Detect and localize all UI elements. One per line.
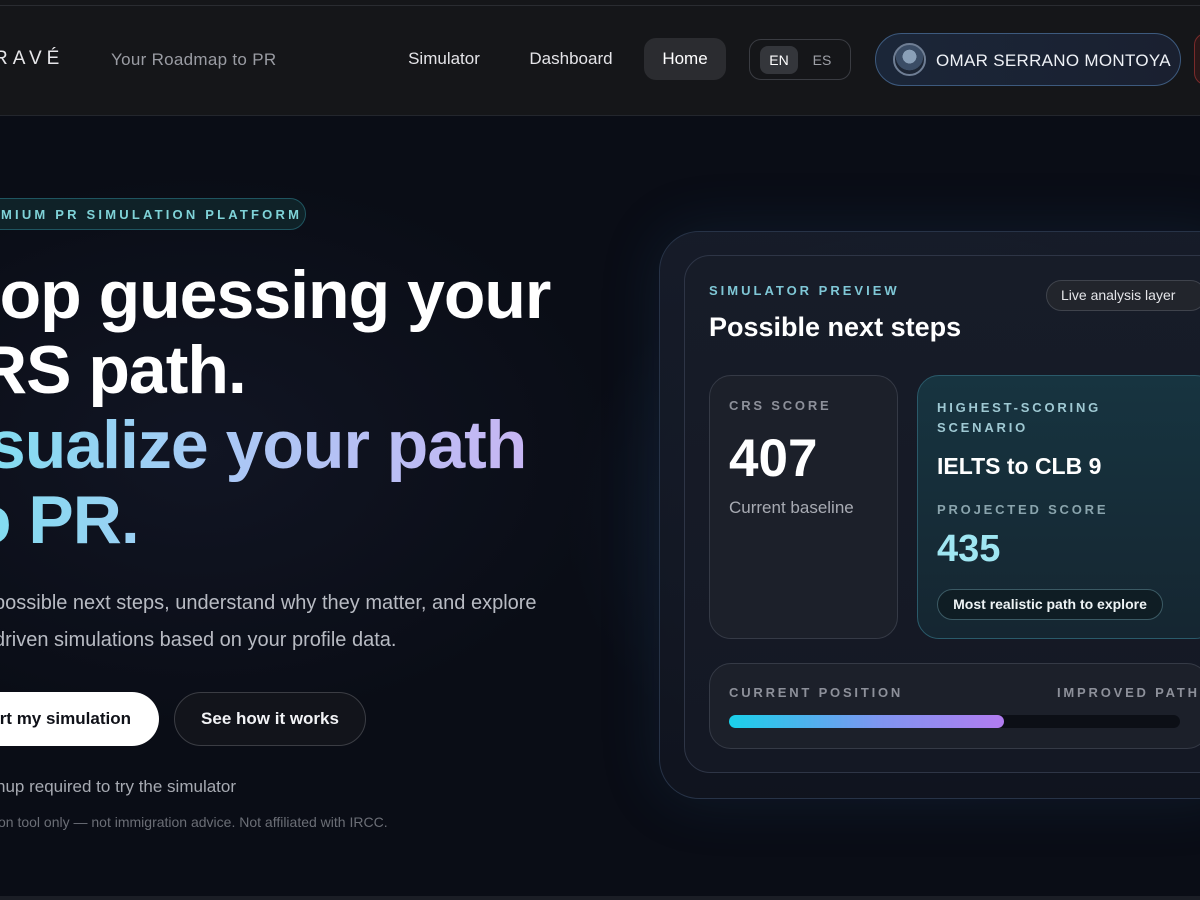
hero-subtext: possible next steps, understand why they… bbox=[0, 585, 537, 659]
projected-score-label: PROJECTED SCORE bbox=[937, 502, 1109, 517]
position-progress-track bbox=[729, 715, 1180, 728]
nav-dashboard[interactable]: Dashboard bbox=[516, 38, 626, 80]
headline-line-2: RS path. bbox=[0, 332, 247, 408]
hero-gradient-headline: isualize your path o PR. bbox=[0, 408, 526, 558]
user-name: OMAR SERRANO MONTOYA bbox=[936, 51, 1171, 70]
disclaimer-note: on tool only — not immigration advice. N… bbox=[0, 814, 388, 830]
gradient-line-2: o PR. bbox=[28, 482, 139, 558]
start-simulation-button[interactable]: art my simulation bbox=[0, 692, 159, 746]
gradient-line-1: isualize your path bbox=[0, 407, 527, 483]
header-edge-button[interactable] bbox=[1194, 33, 1200, 85]
language-toggle: EN ES bbox=[749, 39, 851, 80]
headline-line-1: top guessing your bbox=[0, 257, 551, 333]
scenario-label: HIGHEST-SCORING SCENARIO bbox=[937, 400, 1102, 435]
language-en-option[interactable]: EN bbox=[760, 46, 798, 74]
brand-tagline: Your Roadmap to PR bbox=[111, 50, 277, 69]
nav-simulator[interactable]: Simulator bbox=[395, 38, 493, 80]
crs-score-label: CRS SCORE bbox=[729, 398, 832, 413]
projected-score-value: 435 bbox=[937, 528, 1001, 570]
current-position-label: CURRENT POSITION bbox=[729, 685, 904, 700]
preview-eyebrow: SIMULATOR PREVIEW bbox=[709, 283, 900, 298]
see-how-it-works-button[interactable]: See how it works bbox=[174, 692, 366, 746]
avatar bbox=[893, 43, 926, 76]
top-navbar: RAVÉ Your Roadmap to PR Simulator Dashbo… bbox=[0, 0, 1200, 116]
user-menu-button[interactable]: OMAR SERRANO MONTOYA bbox=[875, 33, 1181, 86]
hero-headline: top guessing your RS path. bbox=[0, 257, 551, 408]
scenario-title: IELTS to CLB 9 bbox=[937, 453, 1102, 479]
brand-logo[interactable]: RAVÉ bbox=[0, 48, 64, 70]
crs-score-value: 407 bbox=[729, 429, 818, 488]
live-analysis-chip: Live analysis layer bbox=[1046, 280, 1200, 311]
signup-note: nup required to try the simulator bbox=[0, 777, 237, 796]
platform-badge: MIUM PR SIMULATION PLATFORM bbox=[0, 198, 306, 230]
navbar-edge-line bbox=[0, 5, 1200, 6]
language-es-option[interactable]: ES bbox=[803, 46, 841, 74]
nav-home[interactable]: Home bbox=[644, 38, 726, 80]
preview-title: Possible next steps bbox=[709, 312, 962, 342]
realistic-path-chip: Most realistic path to explore bbox=[937, 589, 1163, 620]
subtext-line-2: driven simulations based on your profile… bbox=[0, 629, 397, 651]
position-progress-fill bbox=[729, 715, 1005, 728]
crs-score-subtitle: Current baseline bbox=[729, 498, 854, 517]
page-bottom-edge bbox=[0, 896, 1200, 900]
position-card bbox=[709, 663, 1200, 749]
platform-badge-label: MIUM PR SIMULATION PLATFORM bbox=[1, 207, 303, 222]
improved-path-label: IMPROVED PATH bbox=[1057, 685, 1200, 700]
subtext-line-1: possible next steps, understand why they… bbox=[0, 592, 537, 614]
